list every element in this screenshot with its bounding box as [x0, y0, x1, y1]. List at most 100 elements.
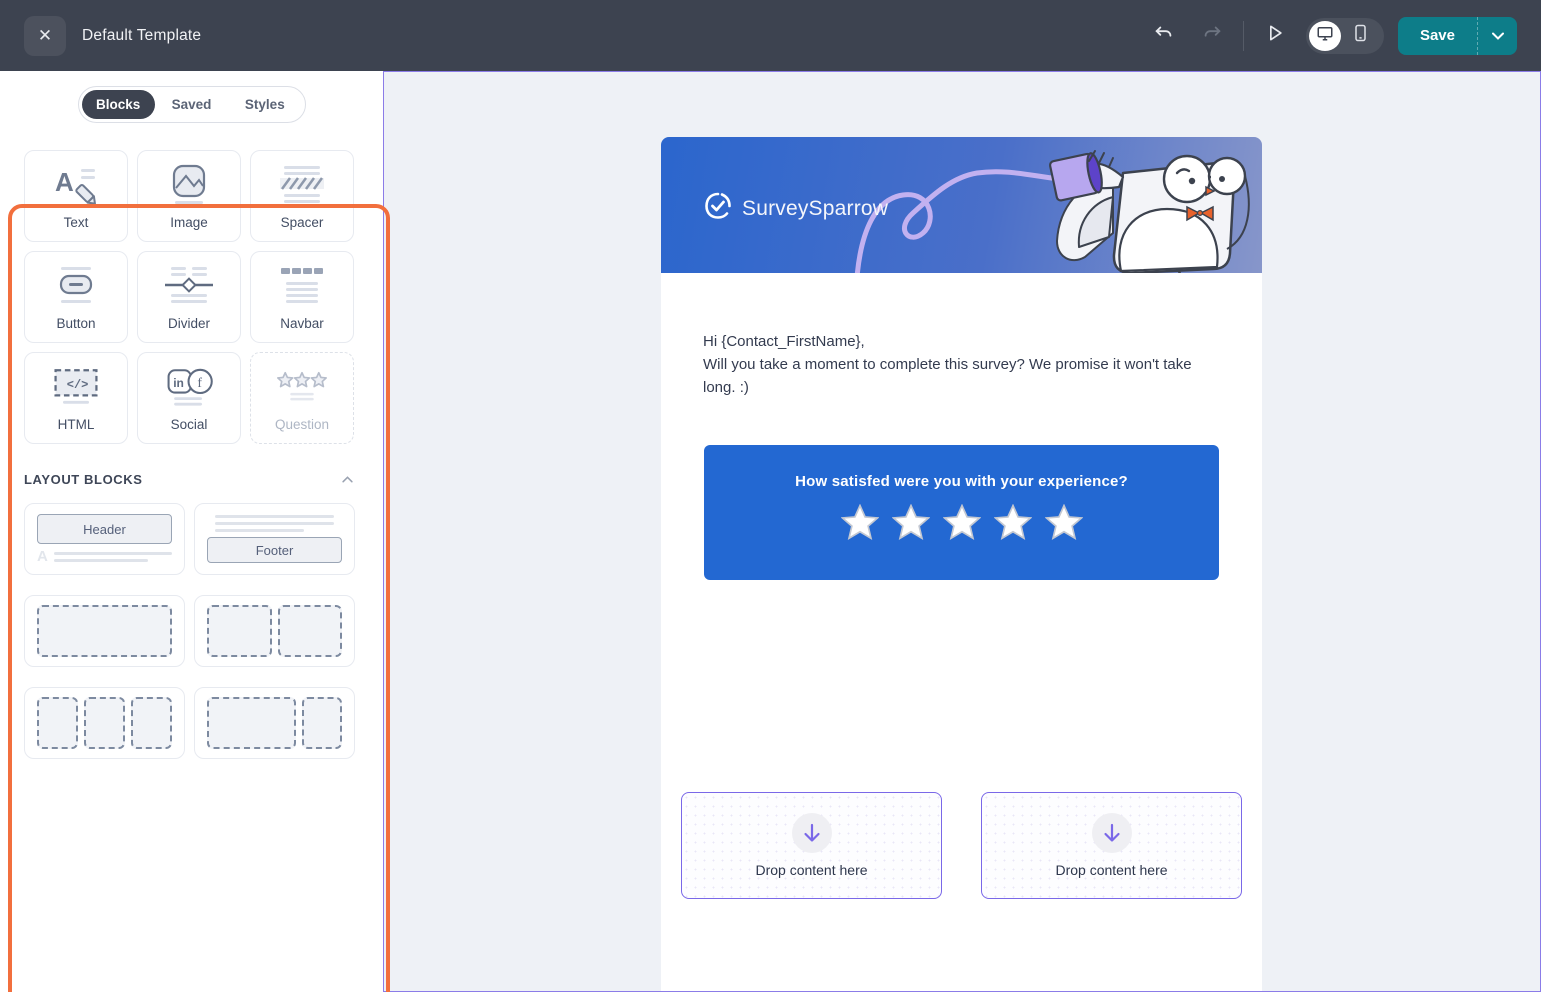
layout-tile-one-column[interactable]	[24, 595, 185, 667]
star-rating[interactable]	[704, 503, 1219, 546]
question-title: How satisfed were you with your experien…	[795, 473, 1128, 490]
star-icon[interactable]	[1044, 503, 1083, 546]
social-icon: in f	[163, 365, 215, 409]
header-placeholder: Header	[37, 514, 172, 544]
star-icon[interactable]	[891, 503, 930, 546]
undo-icon	[1153, 22, 1175, 49]
block-tile-text[interactable]: A Text	[24, 150, 128, 242]
surveysparrow-logo-icon	[703, 191, 733, 226]
layout-tile-two-columns-wide-narrow[interactable]	[194, 687, 355, 759]
block-tile-navbar[interactable]: Navbar	[250, 251, 354, 343]
svg-text:f: f	[197, 376, 202, 391]
spacer-icon	[276, 163, 328, 207]
block-tile-divider[interactable]: Divider	[137, 251, 241, 343]
block-label: Divider	[167, 315, 210, 331]
close-button[interactable]: ✕	[24, 15, 66, 56]
play-icon	[1265, 23, 1285, 48]
footer-placeholder: Footer	[207, 537, 342, 563]
svg-text:</>: </>	[67, 377, 89, 391]
brand-name: SurveySparrow	[742, 196, 889, 220]
column-placeholder	[37, 605, 172, 657]
star-icon[interactable]	[942, 503, 981, 546]
preview-button[interactable]	[1258, 19, 1292, 53]
button-icon	[50, 264, 102, 308]
column-placeholder	[37, 697, 78, 749]
chevron-up-icon[interactable]	[342, 474, 353, 486]
mobile-toggle-option[interactable]	[1345, 21, 1377, 51]
drop-zone-label: Drop content here	[1055, 862, 1168, 878]
column-placeholder	[302, 697, 342, 749]
column-placeholder	[277, 605, 342, 657]
column-placeholder	[84, 697, 125, 749]
layout-tile-two-columns[interactable]	[194, 595, 355, 667]
tab-blocks[interactable]: Blocks	[81, 90, 155, 119]
arrow-down-icon	[1091, 813, 1132, 853]
image-icon	[163, 163, 215, 207]
block-tile-button[interactable]: Button	[24, 251, 128, 343]
tab-styles[interactable]: Styles	[228, 90, 301, 119]
block-tile-question[interactable]: Question	[250, 352, 354, 444]
block-tile-image[interactable]: Image	[137, 150, 241, 242]
greeting-line: Hi {Contact_FirstName},	[703, 333, 865, 350]
email-header-banner[interactable]: SurveySparrow	[661, 137, 1262, 273]
layout-blocks-heading: LAYOUT BLOCKS	[24, 472, 143, 487]
drop-zone-label: Drop content here	[755, 862, 868, 878]
block-label: Navbar	[280, 315, 324, 331]
text-icon: A	[50, 163, 102, 207]
redo-button[interactable]	[1195, 19, 1229, 53]
device-toggle[interactable]	[1305, 17, 1384, 54]
header-lines: A	[37, 549, 172, 564]
chevron-down-icon	[1491, 28, 1504, 43]
sidebar-tabs: Blocks Saved Styles	[77, 86, 306, 123]
email-text-block[interactable]: Hi {Contact_FirstName}, Will you take a …	[661, 273, 1262, 399]
arrow-down-icon	[791, 813, 832, 853]
drop-zone-left[interactable]: Drop content here	[681, 792, 942, 899]
topbar-divider	[1242, 20, 1244, 51]
tab-saved[interactable]: Saved	[155, 90, 228, 119]
block-tile-html[interactable]: </> HTML	[24, 352, 128, 444]
save-dropdown-button[interactable]	[1477, 16, 1517, 55]
mobile-icon	[1353, 24, 1368, 47]
redo-icon	[1201, 22, 1223, 49]
navbar-icon	[276, 264, 328, 308]
block-tile-social[interactable]: in f Social	[137, 352, 241, 444]
survey-question-card[interactable]: How satisfed were you with your experien…	[704, 445, 1219, 580]
undo-button[interactable]	[1147, 19, 1181, 53]
svg-text:A: A	[55, 167, 74, 197]
close-icon: ✕	[37, 25, 53, 45]
block-tile-spacer[interactable]: Spacer	[250, 150, 354, 242]
email-canvas[interactable]: SurveySparrow Hi {Contact_FirstName}, Wi…	[383, 71, 1541, 992]
layout-blocks-grid: Header A Footer	[0, 487, 383, 759]
blocks-grid: A Text Image Spacer Button Divider Navba…	[0, 123, 383, 444]
block-label: Question	[274, 416, 330, 432]
template-title: Default Template	[82, 26, 202, 44]
email-preview[interactable]: SurveySparrow Hi {Contact_FirstName}, Wi…	[661, 137, 1262, 991]
drop-zone-row: Drop content here Drop content here	[661, 792, 1262, 899]
block-label: Text	[63, 214, 89, 230]
layout-tile-footer[interactable]: Footer	[194, 503, 355, 575]
save-button[interactable]: Save	[1397, 16, 1477, 55]
drop-zone-right[interactable]: Drop content here	[981, 792, 1242, 899]
layout-tile-header[interactable]: Header A	[24, 503, 185, 575]
star-icon[interactable]	[993, 503, 1032, 546]
layout-tile-three-columns[interactable]	[24, 687, 185, 759]
question-icon	[276, 365, 328, 409]
divider-icon	[163, 264, 215, 308]
block-label: Button	[56, 315, 96, 331]
column-placeholder	[131, 697, 172, 749]
topbar: ✕ Default Template Save	[0, 0, 1541, 71]
desktop-icon	[1316, 24, 1334, 47]
block-label: Image	[170, 214, 208, 230]
blocks-sidebar: Blocks Saved Styles A Text Image Spacer …	[0, 71, 383, 992]
star-icon[interactable]	[840, 503, 879, 546]
desktop-toggle-option[interactable]	[1308, 20, 1341, 51]
column-placeholder	[207, 605, 272, 657]
html-icon: </>	[50, 365, 102, 409]
block-label: Social	[170, 416, 208, 432]
block-label: Spacer	[280, 214, 324, 230]
brand-logo: SurveySparrow	[703, 191, 888, 226]
column-placeholder	[207, 697, 297, 749]
block-label: HTML	[57, 416, 95, 432]
svg-text:in: in	[173, 376, 184, 390]
body-line: Will you take a moment to complete this …	[703, 356, 1192, 396]
